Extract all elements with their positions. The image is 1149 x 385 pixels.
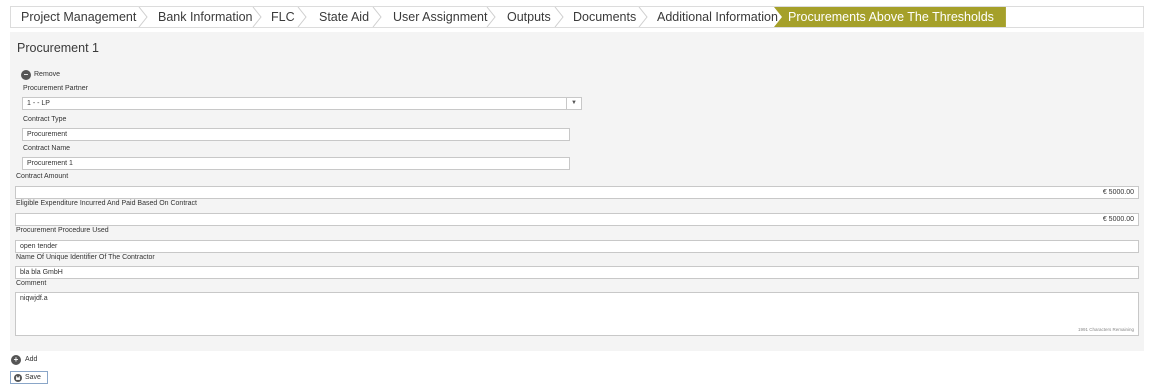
tab-separator: [138, 7, 148, 27]
plus-circle-icon[interactable]: +: [11, 355, 21, 365]
tab-separator: [554, 7, 564, 27]
contract-name-label: Contract Name: [23, 145, 71, 152]
procurement-procedure-input[interactable]: open tender: [15, 240, 1139, 253]
tab-project-management[interactable]: Project Management: [21, 7, 136, 27]
tab-state-aid[interactable]: State Aid: [319, 7, 369, 27]
eligible-expenditure-input[interactable]: € 5000.00: [15, 213, 1139, 226]
comment-label: Comment: [16, 280, 47, 287]
tab-separator: [638, 7, 648, 27]
characters-remaining: 1991 Characters Remaining: [1077, 327, 1134, 332]
comment-text: niqwjdf.a: [20, 295, 48, 302]
tab-additional-information[interactable]: Additional Information: [657, 7, 778, 27]
contractor-identifier-input[interactable]: bla bla GmbH: [15, 266, 1139, 279]
dropdown-arrow-icon: ▼: [566, 98, 581, 109]
contract-amount-label: Contract Amount: [16, 173, 69, 180]
tab-outputs[interactable]: Outputs: [507, 7, 551, 27]
procurement-title: Procurement 1: [17, 41, 99, 55]
add-link[interactable]: Add: [25, 356, 37, 363]
tab-user-assignment[interactable]: User Assignment: [393, 7, 487, 27]
procurement-partner-label: Procurement Partner: [23, 85, 88, 92]
tab-flc[interactable]: FLC: [271, 7, 295, 27]
procurement-partner-value: 1 - - LP: [27, 100, 50, 107]
contract-name-input[interactable]: Procurement 1: [22, 157, 570, 170]
tab-separator: [372, 7, 382, 27]
save-label: Save: [25, 374, 41, 381]
tab-separator: [252, 7, 262, 27]
tab-separator: [486, 7, 496, 27]
tab-documents[interactable]: Documents: [573, 7, 636, 27]
tab-separator: [297, 7, 307, 27]
save-icon: [14, 374, 22, 382]
procurement-partner-select[interactable]: 1 - - LP ▼: [22, 97, 582, 110]
procurement-procedure-label: Procurement Procedure Used: [16, 227, 109, 234]
contractor-identifier-label: Name Of Unique Identifier Of The Contrac…: [16, 254, 155, 261]
tab-bank-information[interactable]: Bank Information: [158, 7, 253, 27]
comment-textarea[interactable]: niqwjdf.a 1991 Characters Remaining: [15, 292, 1139, 336]
procurement-panel: Procurement 1 – Remove Procurement Partn…: [10, 32, 1144, 351]
remove-link[interactable]: Remove: [34, 71, 60, 78]
save-button[interactable]: Save: [10, 371, 48, 384]
contract-type-input[interactable]: Procurement: [22, 128, 570, 141]
contract-amount-input[interactable]: € 5000.00: [15, 186, 1139, 199]
tab-bar: Project Management Bank Information FLC …: [10, 6, 1144, 28]
minus-circle-icon[interactable]: –: [21, 70, 31, 80]
tab-procurements-above-thresholds[interactable]: Procurements Above The Thresholds: [774, 7, 1006, 27]
eligible-expenditure-label: Eligible Expenditure Incurred And Paid B…: [16, 200, 197, 207]
contract-type-label: Contract Type: [23, 116, 67, 123]
